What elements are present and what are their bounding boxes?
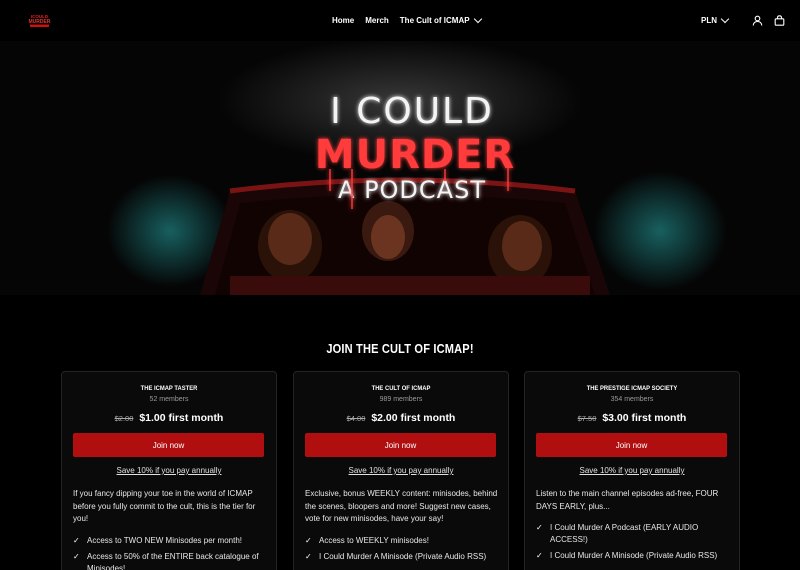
benefit-item: ✓ I Could Murder A Minisode (Private Audi…	[305, 551, 501, 563]
nav-merch-link[interactable]: Merch	[365, 16, 389, 25]
site-logo[interactable]: ICOULD MURDER	[27, 11, 52, 29]
old-price: $2.00	[114, 414, 134, 423]
benefit-item: ✓ Access to 50% of the ENTIRE back catalo…	[73, 551, 269, 570]
tier-name: THE ICMAP TASTER	[140, 385, 198, 392]
chevron-down-icon	[473, 14, 482, 24]
tier-description: Exclusive, bonus WEEKLY content: minisod…	[305, 489, 498, 523]
benefit-item: ✓ Access to TWO NEW Minisodes per month!	[73, 535, 269, 547]
svg-text:MURDER: MURDER	[29, 19, 51, 25]
old-price: $4.00	[346, 414, 366, 423]
member-count: 354 members	[610, 396, 654, 403]
check-icon: ✓	[305, 536, 312, 545]
join-now-button[interactable]: Join now	[73, 433, 264, 457]
benefit-item: ✓ I Could Murder A Podcast (EARLY AUDIO A…	[536, 522, 732, 546]
main-nav: Home Merch The Cult of ICMAP	[332, 0, 482, 41]
check-icon: ✓	[73, 536, 80, 545]
save-annually-link[interactable]: Save 10% if you pay annually	[525, 466, 739, 475]
check-icon: ✓	[305, 552, 312, 561]
user-icon[interactable]	[750, 14, 764, 28]
benefit-list: ✓ Access to WEEKLY minisodes! ✓ I Could Mu…	[305, 535, 501, 567]
member-count: 989 members	[379, 396, 423, 403]
chevron-down-icon	[720, 14, 730, 24]
check-icon: ✓	[536, 551, 543, 560]
header-actions: PLN	[701, 0, 786, 41]
hero-banner: I COULD MURDER A PODCAST	[0, 41, 800, 295]
hero-line1: I COULD	[330, 91, 494, 132]
check-icon: ✓	[73, 552, 80, 561]
join-now-button[interactable]: Join now	[536, 433, 727, 457]
price-row: $4.00 $2.00 first month	[294, 412, 508, 424]
new-price: $1.00 first month	[139, 412, 224, 424]
benefit-item: ✓ Access to WEEKLY minisodes!	[305, 535, 501, 547]
check-icon: ✓	[536, 523, 543, 532]
tier-card: THE CULT OF ICMAP 989 members $4.00 $2.0…	[293, 371, 509, 570]
tier-card: THE ICMAP TASTER 52 members $2.00 $1.00 …	[61, 371, 277, 570]
benefit-text: I Could Murder A Minisode (Private Audio…	[319, 552, 487, 561]
nav-cult-dropdown[interactable]: The Cult of ICMAP	[399, 14, 482, 25]
currency-label: PLN	[701, 16, 717, 25]
benefit-text: Access to 50% of the ENTIRE back catalog…	[87, 552, 259, 570]
member-count: 52 members	[149, 396, 189, 403]
site-header: ICOULD MURDER Home Merch The Cult of ICM…	[0, 0, 800, 41]
tier-name: THE PRESTIGE ICMAP SOCIETY	[586, 385, 678, 392]
currency-selector[interactable]: PLN	[701, 14, 730, 25]
section-title: JOIN THE CULT OF ICMAP!	[326, 341, 474, 356]
new-price: $3.00 first month	[602, 412, 687, 424]
tier-card: THE PRESTIGE ICMAP SOCIETY 354 members $…	[524, 371, 740, 570]
benefit-item: ✓ I Could Murder A Minisode (Private Audi…	[536, 550, 732, 562]
nav-cult-label: The Cult of ICMAP	[399, 16, 470, 25]
tier-description: If you fancy dipping your toe in the wor…	[73, 489, 256, 523]
benefit-text: Access to TWO NEW Minisodes per month!	[87, 536, 243, 545]
benefit-list: ✓ I Could Murder A Podcast (EARLY AUDIO A…	[536, 522, 732, 566]
price-row: $7.50 $3.00 first month	[525, 412, 739, 424]
hero-line2: MURDER	[315, 132, 515, 178]
join-now-button[interactable]: Join now	[305, 433, 496, 457]
benefit-list: ✓ Access to TWO NEW Minisodes per month! …	[73, 535, 269, 570]
price-row: $2.00 $1.00 first month	[62, 412, 276, 424]
hero-artwork: I COULD MURDER A PODCAST	[200, 91, 610, 295]
hero-line3: A PODCAST	[338, 176, 486, 204]
benefit-text: Access to WEEKLY minisodes!	[319, 536, 429, 545]
tier-description: Listen to the main channel episodes ad-f…	[536, 489, 719, 511]
benefit-text: I Could Murder A Podcast (EARLY AUDIO AC…	[550, 523, 699, 544]
cart-icon[interactable]	[772, 14, 786, 28]
tier-name: THE CULT OF ICMAP	[371, 385, 431, 392]
save-annually-link[interactable]: Save 10% if you pay annually	[294, 466, 508, 475]
nav-home-link[interactable]: Home	[332, 16, 354, 25]
new-price: $2.00 first month	[371, 412, 456, 424]
benefit-text: I Could Murder A Minisode (Private Audio…	[550, 551, 718, 560]
save-annually-link[interactable]: Save 10% if you pay annually	[62, 466, 276, 475]
old-price: $7.50	[577, 414, 597, 423]
